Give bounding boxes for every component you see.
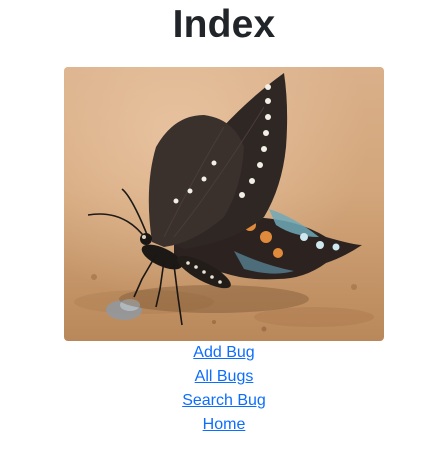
- search-bug-link[interactable]: Search Bug: [0, 389, 448, 413]
- butterfly-image: [64, 67, 384, 341]
- page-title: Index: [172, 3, 276, 46]
- home-link[interactable]: Home: [0, 413, 448, 437]
- nav-links: Add Bug All Bugs Search Bug Home: [0, 341, 448, 437]
- add-bug-link[interactable]: Add Bug: [0, 341, 448, 365]
- page: Index Add Bug All Bugs Search Bug Home: [0, 0, 448, 463]
- all-bugs-link[interactable]: All Bugs: [0, 365, 448, 389]
